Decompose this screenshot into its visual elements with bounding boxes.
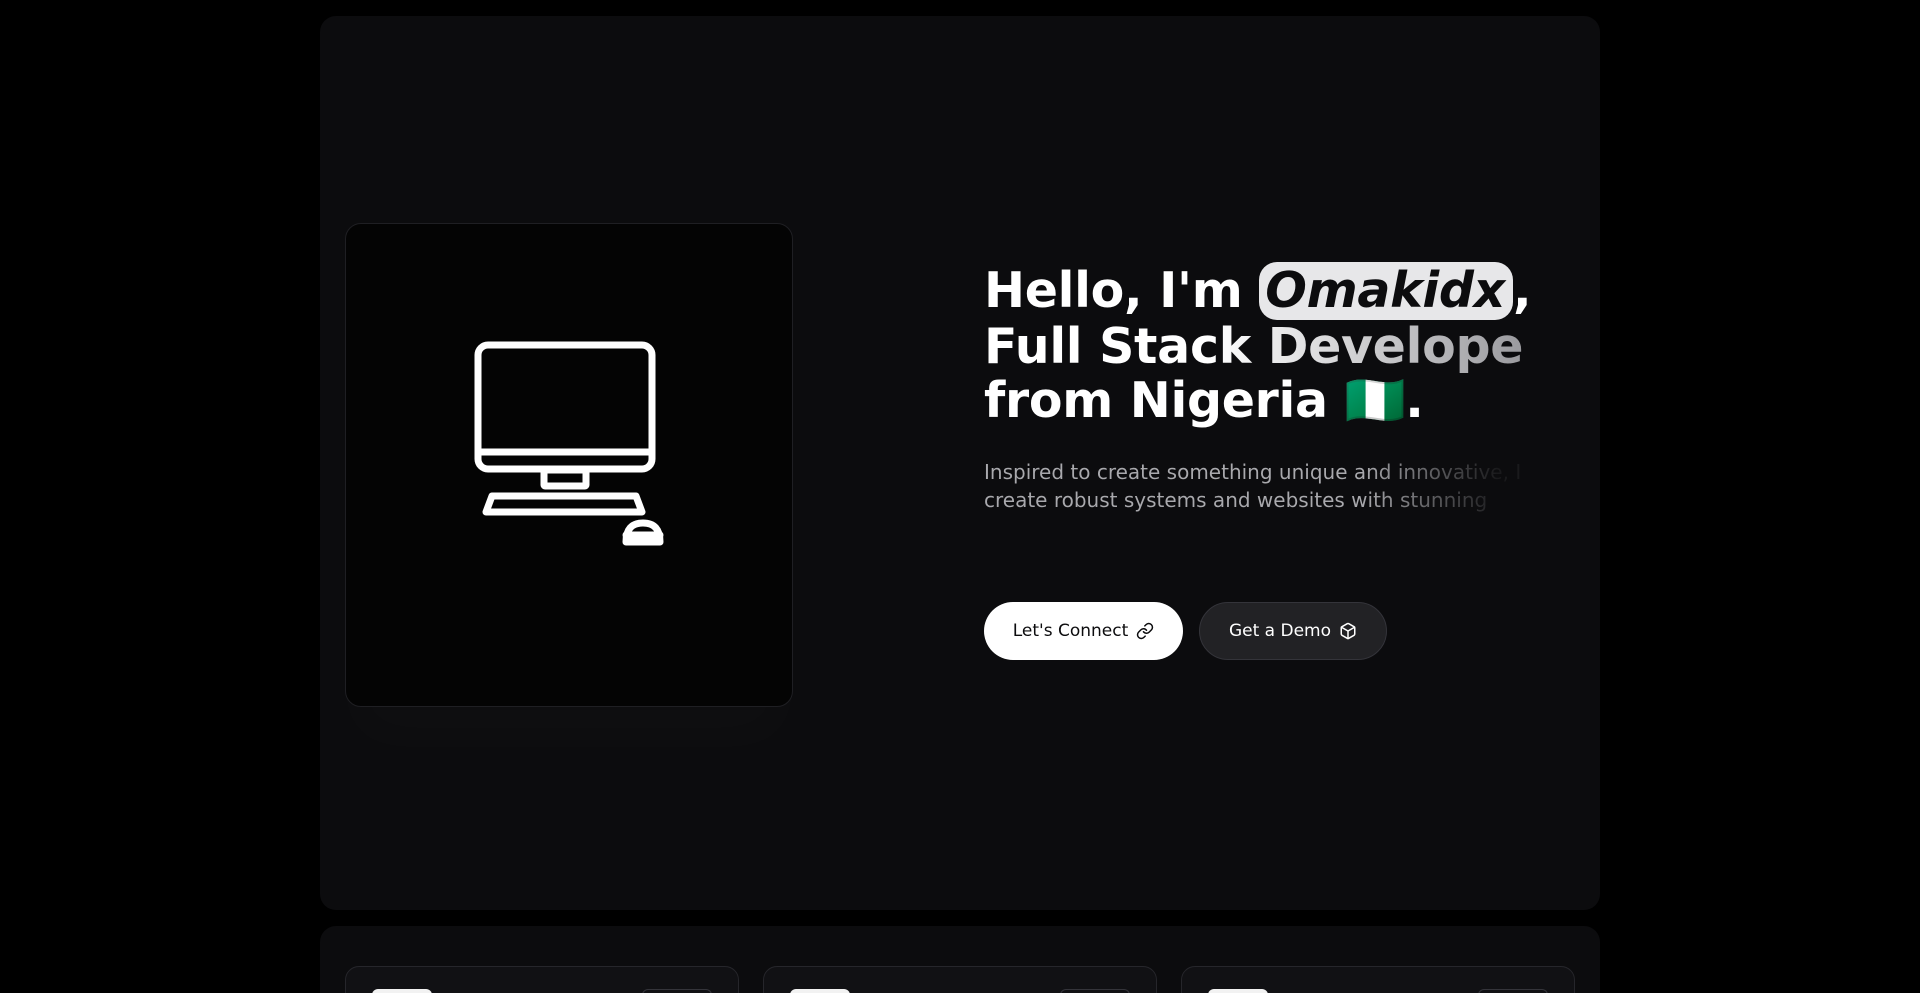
headline-line-3: from Nigeria 🇳🇬. [984, 374, 1524, 428]
hero-description: Inspired to create something unique and … [984, 458, 1524, 514]
page: Hello, I'm Omakidx, Full Stack Developer… [0, 0, 1920, 993]
feature-card-tag [1478, 989, 1548, 993]
nigeria-flag-icon: 🇳🇬 [1344, 372, 1406, 429]
feature-card-badge [790, 989, 850, 993]
feature-card[interactable] [1181, 966, 1575, 993]
role-title: Full Stack Developer [984, 318, 1548, 375]
feature-card-tag [1060, 989, 1130, 993]
feature-card-tag [642, 989, 712, 993]
headline-line-1: Hello, I'm Omakidx, [984, 262, 1532, 320]
hero-headline: Hello, I'm Omakidx, Full Stack Developer… [984, 262, 1548, 428]
get-demo-button[interactable]: Get a Demo [1199, 602, 1387, 660]
name-suffix: , [1512, 262, 1532, 319]
feature-card[interactable] [345, 966, 739, 993]
cube-icon [1340, 622, 1356, 640]
link-icon [1137, 622, 1154, 640]
greeting-text: Hello, I'm [984, 262, 1260, 319]
hero-text: Hello, I'm Omakidx, Full Stack Developer… [984, 262, 1548, 512]
lets-connect-button[interactable]: Let's Connect [984, 602, 1183, 660]
get-demo-label: Get a Demo [1228, 621, 1332, 641]
desktop-computer-icon [474, 341, 664, 546]
feature-card-badge [372, 989, 432, 993]
feature-card[interactable] [763, 966, 1157, 993]
origin-suffix: . [1405, 372, 1424, 429]
feature-card-badge [1208, 989, 1268, 993]
lets-connect-label: Let's Connect [1012, 621, 1129, 641]
origin-text: from Nigeria [984, 372, 1345, 429]
name-highlight: Omakidx [1259, 262, 1513, 320]
